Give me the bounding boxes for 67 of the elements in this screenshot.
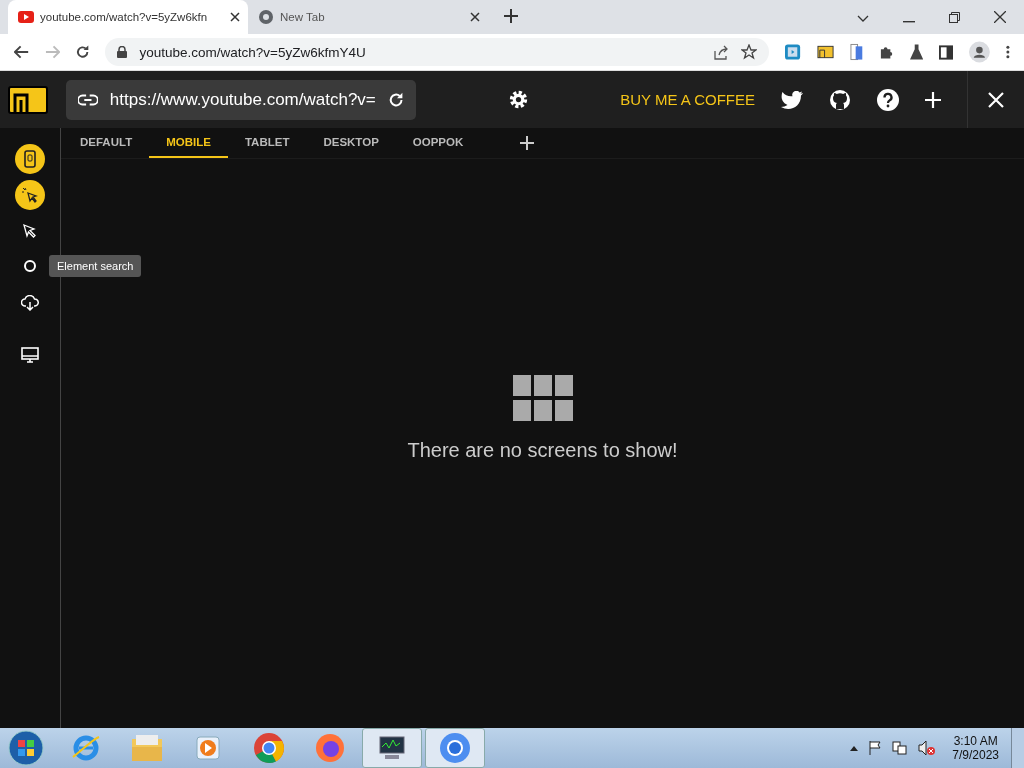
add-tab-icon[interactable]	[520, 136, 535, 150]
browser-e-icon	[71, 733, 101, 763]
star-icon[interactable]	[741, 44, 758, 60]
settings-icon[interactable]	[507, 89, 529, 110]
close-icon[interactable]	[994, 11, 1006, 23]
browser-tab[interactable]: New Tab	[248, 0, 488, 34]
minimize-icon[interactable]	[903, 21, 915, 23]
share-icon[interactable]	[714, 44, 730, 60]
video-favicon-icon	[18, 11, 34, 23]
monitor-taskbar-button[interactable]	[362, 728, 422, 768]
clock[interactable]: 3:10 AM 7/9/2023	[952, 734, 999, 762]
device-tool-button[interactable]	[15, 144, 45, 174]
start-button[interactable]	[8, 730, 44, 766]
phone-icon[interactable]	[849, 43, 863, 61]
browser-tab[interactable]: youtube.com/watch?v=5yZw6kfn	[8, 0, 248, 34]
buy-me-a-coffee-link[interactable]: BUY ME A COFFEE	[620, 91, 755, 108]
extension-icon[interactable]	[816, 45, 834, 59]
empty-state-message: There are no screens to show!	[407, 439, 678, 462]
show-hidden-icons-icon[interactable]	[850, 745, 859, 751]
grid-icon	[512, 375, 573, 421]
tab-title: New Tab	[280, 11, 326, 23]
app-logo-icon	[8, 85, 48, 114]
network-icon[interactable]	[892, 740, 909, 756]
cursor-icon	[22, 223, 38, 239]
more-icon[interactable]	[1006, 45, 1010, 59]
phone-icon	[23, 150, 37, 168]
flag-icon[interactable]	[868, 741, 883, 755]
view-tab[interactable]: DEFAULT	[63, 128, 150, 158]
chevron-down-icon[interactable]	[857, 15, 869, 23]
help-icon[interactable]	[877, 88, 899, 111]
click-tool-button[interactable]	[15, 180, 45, 210]
cloud-download-icon	[21, 295, 39, 311]
media-player-icon	[195, 735, 221, 761]
side-panel-icon[interactable]	[939, 44, 954, 60]
flask-icon[interactable]	[910, 44, 924, 60]
octocat-icon[interactable]	[829, 88, 851, 111]
close-icon[interactable]	[470, 12, 480, 22]
chromium-icon	[439, 732, 471, 764]
url-field[interactable]: https://www.youtube.com/watch?v=	[66, 79, 416, 120]
chromium-taskbar-button[interactable]	[425, 728, 485, 768]
tooltip: Element search	[49, 255, 142, 277]
address-bar[interactable]: youtube.com/watch?v=5yZw6kfmY4U	[105, 38, 770, 66]
view-tab[interactable]: MOBILE	[149, 128, 228, 158]
view-tab[interactable]: DESKTOP	[306, 128, 396, 158]
back-icon[interactable]	[14, 45, 30, 59]
monitor-icon	[377, 735, 407, 761]
cursor-click-icon	[22, 187, 38, 203]
reload-icon[interactable]	[76, 45, 90, 59]
firefox-icon	[315, 733, 345, 763]
new-tab-icon[interactable]	[504, 9, 518, 23]
puzzle-icon[interactable]	[878, 44, 894, 60]
folder-icon	[132, 735, 162, 761]
chrome-icon	[253, 732, 285, 764]
chrome-favicon-icon	[258, 9, 274, 25]
monitor-icon	[21, 347, 39, 363]
restore-icon[interactable]	[949, 12, 960, 23]
search-icon	[22, 259, 38, 275]
close-icon[interactable]	[230, 12, 240, 22]
view-tab[interactable]: TABLET	[227, 128, 307, 158]
bird-icon[interactable]	[781, 90, 803, 109]
speaker-muted-icon[interactable]	[918, 740, 937, 756]
plus-icon[interactable]	[925, 91, 941, 108]
profile-icon[interactable]	[969, 41, 991, 63]
view-tab[interactable]: OOPPOK	[395, 128, 481, 158]
link-icon	[78, 93, 98, 106]
lock-icon	[117, 46, 128, 58]
tab-title: youtube.com/watch?v=5yZw6kfn	[40, 11, 209, 23]
